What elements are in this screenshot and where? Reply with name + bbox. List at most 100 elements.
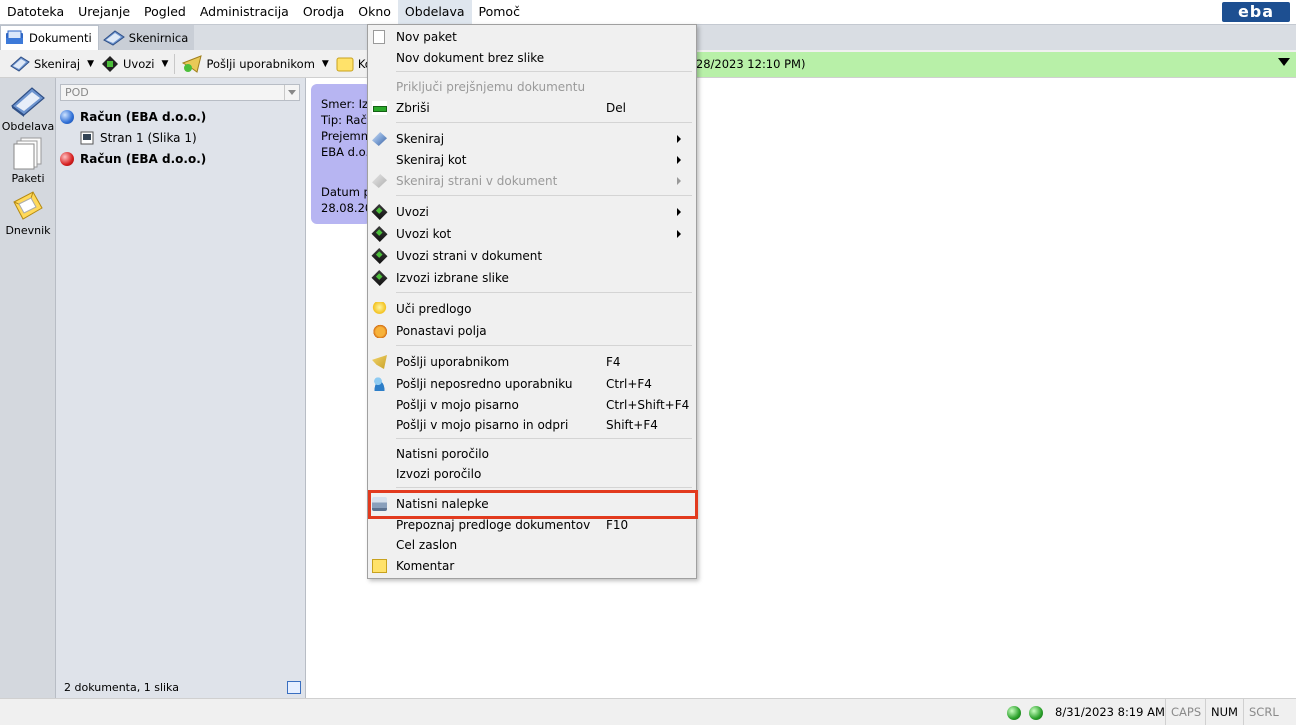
menu-item-label: Uvozi xyxy=(396,205,429,219)
menu-item-label: Pošlji uporabnikom xyxy=(396,355,510,369)
menu-item-skeniraj-strani[interactable]: Skeniraj strani v dokument xyxy=(368,171,696,191)
status-red-icon xyxy=(60,152,74,166)
scan-icon xyxy=(372,132,387,146)
menu-item-uvozi-strani[interactable]: Uvozi strani v dokument xyxy=(368,246,696,266)
grid-view-icon[interactable] xyxy=(287,681,301,694)
menu-item-shortcut: F4 xyxy=(606,355,621,369)
menu-item-label: Priključi prejšnjemu dokumentu xyxy=(396,80,586,94)
menu-item-label: Ponastavi polja xyxy=(396,324,487,338)
menu-pogled[interactable]: Pogled xyxy=(137,0,193,24)
menu-item-uci-predlogo[interactable]: Uči predlogo xyxy=(368,299,696,319)
scan-pages-icon xyxy=(372,174,387,188)
menu-item-label: Nov paket xyxy=(396,30,457,44)
toolbar-scan-label: Skeniraj xyxy=(34,56,81,71)
nav-obdelava[interactable]: Obdelava xyxy=(0,84,56,133)
scanner-tab-icon xyxy=(102,29,125,46)
menu-item-skeniraj[interactable]: Skeniraj xyxy=(368,129,696,149)
toolbar-scan-dropdown[interactable]: ▼ xyxy=(84,59,97,69)
tree-item-document-2[interactable]: Račun (EBA d.o.o.) xyxy=(60,152,206,166)
info-bar-text: /28/2023 12:10 PM) xyxy=(692,57,806,71)
nav-paketi[interactable]: Paketi xyxy=(0,136,56,185)
menu-item-ponastavi-polja[interactable]: Ponastavi polja xyxy=(368,321,696,341)
chevron-down-icon[interactable] xyxy=(284,85,299,100)
highlight-box xyxy=(368,490,698,519)
menu-item-zbrisi[interactable]: Zbriši Del xyxy=(368,98,696,118)
toolbar-send-button[interactable]: Pošlji uporabnikom xyxy=(178,53,318,75)
menu-obdelava[interactable]: Obdelava xyxy=(397,0,472,24)
filter-combo-value: POD xyxy=(65,86,89,99)
tree-status-text: 2 dokumenta, 1 slika xyxy=(64,681,179,694)
packages-icon xyxy=(13,137,42,170)
tab-skenirnica-label: Skenirnica xyxy=(128,30,189,45)
import-pages-icon xyxy=(371,248,388,264)
menu-item-natisni-porocilo[interactable]: Natisni poročilo xyxy=(368,444,696,464)
menu-separator xyxy=(396,195,692,196)
import-icon xyxy=(102,55,119,72)
card-line: Tip: Raču xyxy=(321,113,371,127)
toolbar-send-label: Pošlji uporabnikom xyxy=(206,56,315,71)
nav-dnevnik[interactable]: Dnevnik xyxy=(0,190,56,237)
menu-item-komentar[interactable]: Komentar xyxy=(368,556,696,576)
tree-item-page-1[interactable]: Stran 1 (Slika 1) xyxy=(80,131,197,145)
menu-item-uvozi-kot[interactable]: Uvozi kot xyxy=(368,224,696,244)
menu-separator xyxy=(396,345,692,346)
menu-item-label: Skeniraj xyxy=(396,132,445,146)
menu-item-izvozi-slike[interactable]: Izvozi izbrane slike xyxy=(368,268,696,288)
tree-item-label: Račun (EBA d.o.o.) xyxy=(80,152,207,166)
toolbar-scan-button[interactable]: Skeniraj xyxy=(6,53,84,75)
menu-item-shortcut: Shift+F4 xyxy=(606,418,658,432)
menu-okno[interactable]: Okno xyxy=(351,0,398,24)
tab-dokumenti[interactable]: Dokumenti xyxy=(0,25,99,50)
status-datetime: 8/31/2023 8:19 AM xyxy=(1055,705,1165,719)
tab-skenirnica[interactable]: Skenirnica xyxy=(98,25,195,50)
status-caps: CAPS xyxy=(1165,699,1206,725)
import-icon xyxy=(371,204,388,220)
menu-urejanje[interactable]: Urejanje xyxy=(71,0,137,24)
menu-item-nov-dokument-brez-slike[interactable]: Nov dokument brez slike xyxy=(368,48,696,68)
status-num: NUM xyxy=(1205,699,1243,725)
menu-item-skeniraj-kot[interactable]: Skeniraj kot xyxy=(368,150,696,170)
nav-paketi-label: Paketi xyxy=(11,172,45,185)
document-card[interactable]: Smer: Izh Tip: Raču Prejemni EBA d.o.o D… xyxy=(311,84,371,224)
menu-item-cel-zaslon[interactable]: Cel zaslon xyxy=(368,535,696,555)
menu-item-label: Skeniraj strani v dokument xyxy=(396,174,558,188)
comment-icon xyxy=(336,57,354,71)
send-user-icon xyxy=(372,377,387,391)
toolbar-send-dropdown[interactable]: ▼ xyxy=(319,59,332,69)
toolbar-import-dropdown[interactable]: ▼ xyxy=(159,59,172,69)
tree-item-document-1[interactable]: Račun (EBA d.o.o.) xyxy=(60,110,206,124)
menu-item-poslji-v-pisarno-odpri[interactable]: Pošlji v mojo pisarno in odpri Shift+F4 xyxy=(368,415,696,435)
menu-item-prikljuci-prejsnjemu[interactable]: Priključi prejšnjemu dokumentu xyxy=(368,77,696,97)
menu-item-label: Izvozi poročilo xyxy=(396,467,482,481)
menu-administracija[interactable]: Administracija xyxy=(193,0,296,24)
nav-dnevnik-label: Dnevnik xyxy=(5,224,51,237)
menu-separator xyxy=(396,438,692,439)
menu-item-label: Pošlji v mojo pisarno xyxy=(396,398,519,412)
menu-item-poslji-uporabnikom[interactable]: Pošlji uporabnikom F4 xyxy=(368,352,696,372)
menu-pomoc[interactable]: Pomoč xyxy=(472,0,527,24)
send-users-icon xyxy=(182,54,203,73)
comment-icon xyxy=(372,559,387,573)
info-bar-expand-icon[interactable] xyxy=(1278,58,1290,66)
delete-icon xyxy=(372,101,387,115)
submenu-arrow-icon xyxy=(677,135,681,143)
filter-combo[interactable]: POD xyxy=(60,84,300,101)
tab-dokumenti-label: Dokumenti xyxy=(29,31,92,45)
tree-item-label: Stran 1 (Slika 1) xyxy=(100,131,197,145)
menu-item-label: Skeniraj kot xyxy=(396,153,467,167)
menu-item-poslji-neposredno[interactable]: Pošlji neposredno uporabniku Ctrl+F4 xyxy=(368,374,696,394)
menu-item-nov-paket[interactable]: Nov paket xyxy=(368,27,696,47)
submenu-arrow-icon xyxy=(677,177,681,185)
toolbar-import-button[interactable]: Uvozi xyxy=(97,53,159,75)
menu-item-uvozi[interactable]: Uvozi xyxy=(368,202,696,222)
status-bar: 8/31/2023 8:19 AM CAPS NUM SCRL xyxy=(0,698,1296,725)
menu-datoteka[interactable]: Datoteka xyxy=(0,0,71,24)
card-line: EBA d.o.o xyxy=(321,145,371,159)
image-page-icon xyxy=(80,131,94,145)
menu-item-izvozi-porocilo[interactable]: Izvozi poročilo xyxy=(368,464,696,484)
lightbulb-icon xyxy=(372,302,387,316)
left-navigation: Obdelava Paketi Dnevnik xyxy=(0,78,56,698)
menu-item-poslji-v-pisarno[interactable]: Pošlji v mojo pisarno Ctrl+Shift+F4 xyxy=(368,395,696,415)
menu-orodja[interactable]: Orodja xyxy=(296,0,351,24)
card-line: Smer: Izh xyxy=(321,97,371,111)
